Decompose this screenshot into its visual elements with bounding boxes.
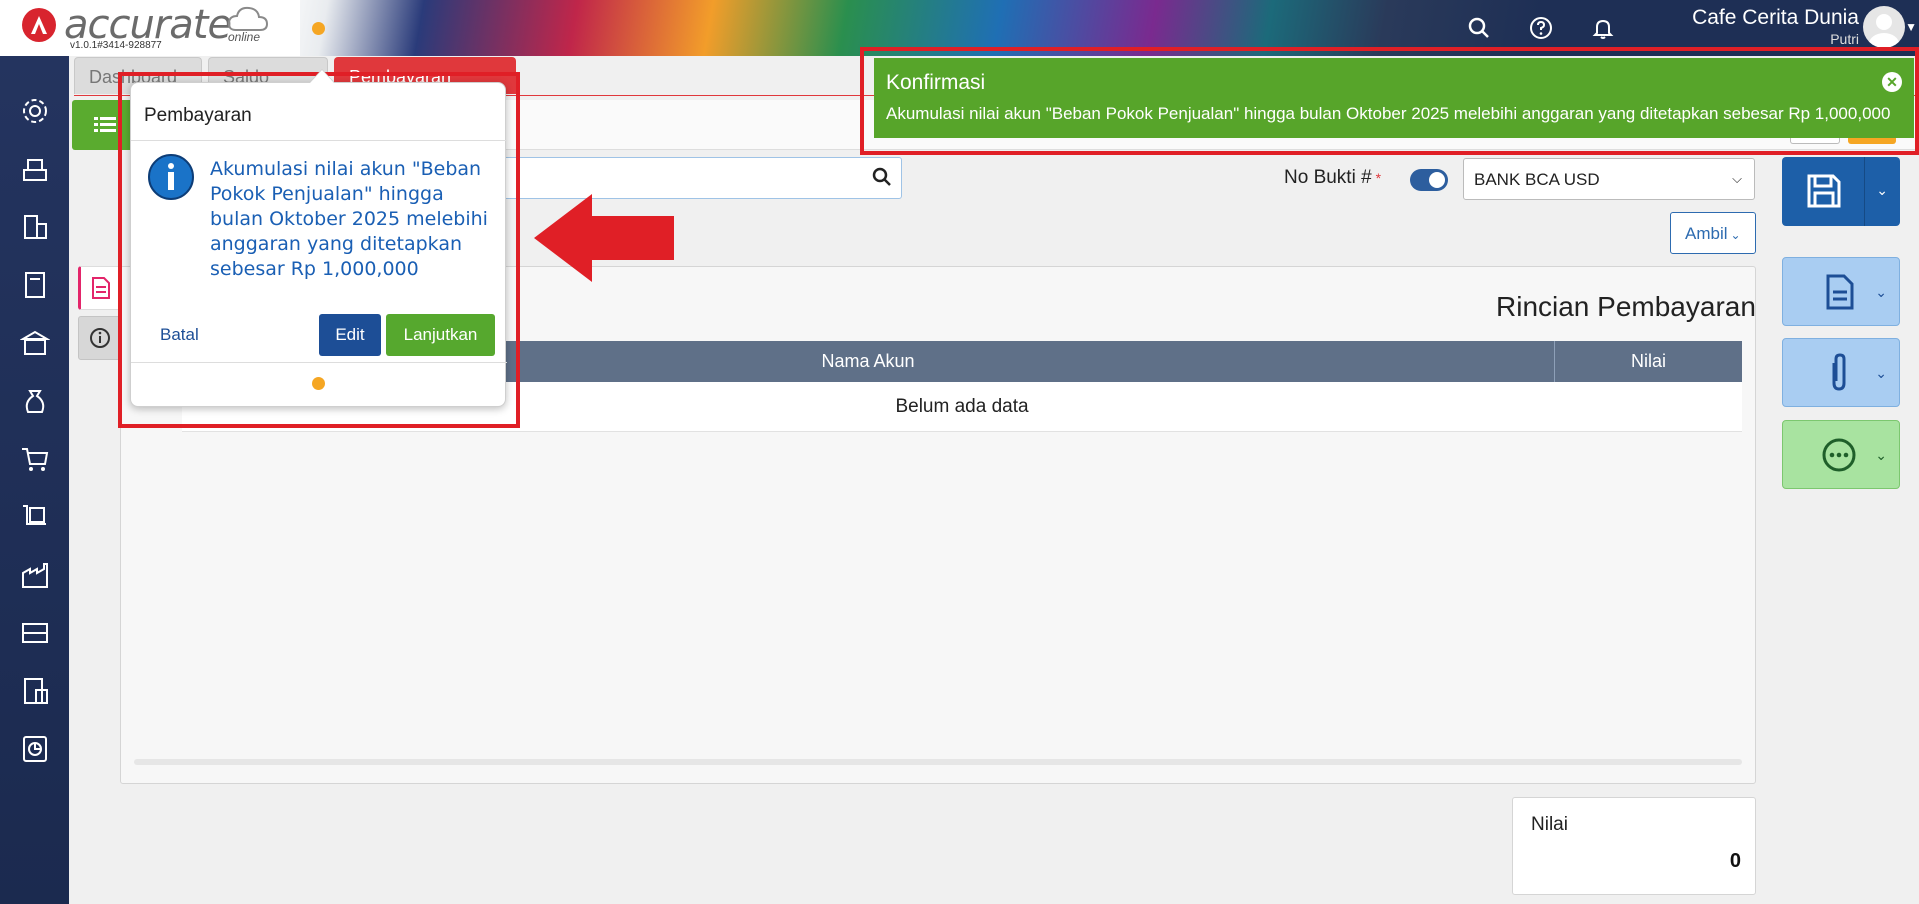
chevron-down-icon: ⌄ <box>1730 228 1741 242</box>
chevron-down-icon[interactable]: ▼ <box>1905 20 1917 34</box>
annotation-arrow-icon <box>534 194 674 282</box>
tab-info-button[interactable] <box>78 316 122 360</box>
more-dots-icon <box>1822 438 1856 472</box>
paperclip-icon <box>1832 353 1846 391</box>
split-divider <box>1864 157 1865 226</box>
company-name: Cafe Cerita Dunia <box>1692 6 1859 29</box>
batal-button[interactable]: Batal <box>160 325 199 345</box>
total-label: Nilai <box>1531 814 1568 835</box>
document-icon <box>92 277 110 299</box>
logo-subtitle: online <box>228 30 261 44</box>
more-actions-button[interactable]: ⌄ <box>1782 420 1900 489</box>
save-icon <box>1807 174 1841 208</box>
tab-rincian-button[interactable] <box>78 266 122 310</box>
factory-icon[interactable] <box>18 558 52 592</box>
ledger-book-icon[interactable] <box>18 268 52 302</box>
status-dot <box>312 22 325 35</box>
ambil-button[interactable]: Ambil ⌄ <box>1670 212 1756 254</box>
gear-icon[interactable] <box>18 94 52 128</box>
popup-pointer <box>309 69 335 83</box>
version-text: v1.0.1#3414-928877 <box>70 40 162 51</box>
horizontal-scrollbar[interactable] <box>134 759 1742 765</box>
document-icon <box>1826 274 1854 310</box>
panel-title: Rincian Pembayaran <box>1496 291 1756 322</box>
divider <box>131 362 507 363</box>
divider <box>131 140 507 141</box>
help-icon[interactable] <box>1527 14 1555 42</box>
lanjutkan-button[interactable]: Lanjutkan <box>386 314 495 356</box>
attachment-button[interactable]: ⌄ <box>1782 338 1900 407</box>
edit-button[interactable]: Edit <box>319 314 381 356</box>
bell-icon[interactable] <box>1589 14 1617 42</box>
company-info[interactable]: Cafe Cerita Dunia Putri <box>1692 6 1859 47</box>
inventory-icon[interactable] <box>18 616 52 650</box>
accurate-logo-icon[interactable] <box>22 8 56 42</box>
money-bag-icon[interactable] <box>18 384 52 418</box>
chevron-down-icon[interactable]: ⌄ <box>1875 284 1887 301</box>
popup-message: Akumulasi nilai akun "Beban Pokok Penjua… <box>210 158 488 280</box>
search-icon[interactable] <box>871 166 893 188</box>
avatar[interactable] <box>1863 6 1905 48</box>
cashier-icon[interactable] <box>18 152 52 186</box>
report-chart-icon[interactable] <box>18 732 52 766</box>
chevron-down-icon[interactable]: ⌄ <box>1876 182 1888 199</box>
no-bukti-text: No Bukti # <box>1284 167 1372 188</box>
no-bukti-label: No Bukti # * <box>1284 167 1381 189</box>
chevron-down-icon: ⌵ <box>1732 171 1742 186</box>
shopping-cart-icon[interactable] <box>18 442 52 476</box>
total-value: 0 <box>1729 850 1741 872</box>
close-icon[interactable]: ✕ <box>1882 72 1902 92</box>
required-mark: * <box>1375 170 1382 186</box>
confirmation-toast: Konfirmasi Akumulasi nilai akun "Beban P… <box>874 58 1914 138</box>
bank-select[interactable]: BANK BCA USD ⌵ <box>1463 158 1755 200</box>
total-box: Nilai 0 <box>1512 797 1756 895</box>
user-name: Putri <box>1830 31 1859 47</box>
trolley-icon[interactable] <box>18 500 52 534</box>
budget-warning-popup: Pembayaran Akumulasi nilai akun "Beban P… <box>130 69 507 407</box>
chevron-down-icon[interactable]: ⌄ <box>1875 365 1887 382</box>
sidebar <box>0 56 69 904</box>
building-icon[interactable] <box>18 210 52 244</box>
bank-select-value: BANK BCA USD <box>1474 170 1600 189</box>
info-icon <box>90 328 110 348</box>
tax-icon[interactable] <box>18 674 52 708</box>
toast-message: Akumulasi nilai akun "Beban Pokok Penjua… <box>886 104 1891 123</box>
save-button[interactable]: ⌄ <box>1782 157 1900 226</box>
bank-icon[interactable] <box>18 326 52 360</box>
auto-number-toggle[interactable] <box>1410 169 1448 191</box>
toast-title: Konfirmasi <box>886 71 986 94</box>
popup-title: Pembayaran <box>144 105 252 126</box>
column-header-nilai[interactable]: Nilai <box>1555 341 1742 382</box>
info-icon <box>148 154 194 200</box>
ambil-label: Ambil <box>1685 224 1728 243</box>
search-icon[interactable] <box>1465 14 1493 42</box>
print-document-button[interactable]: ⌄ <box>1782 257 1900 326</box>
status-dot <box>312 377 325 390</box>
chevron-down-icon[interactable]: ⌄ <box>1875 447 1887 464</box>
